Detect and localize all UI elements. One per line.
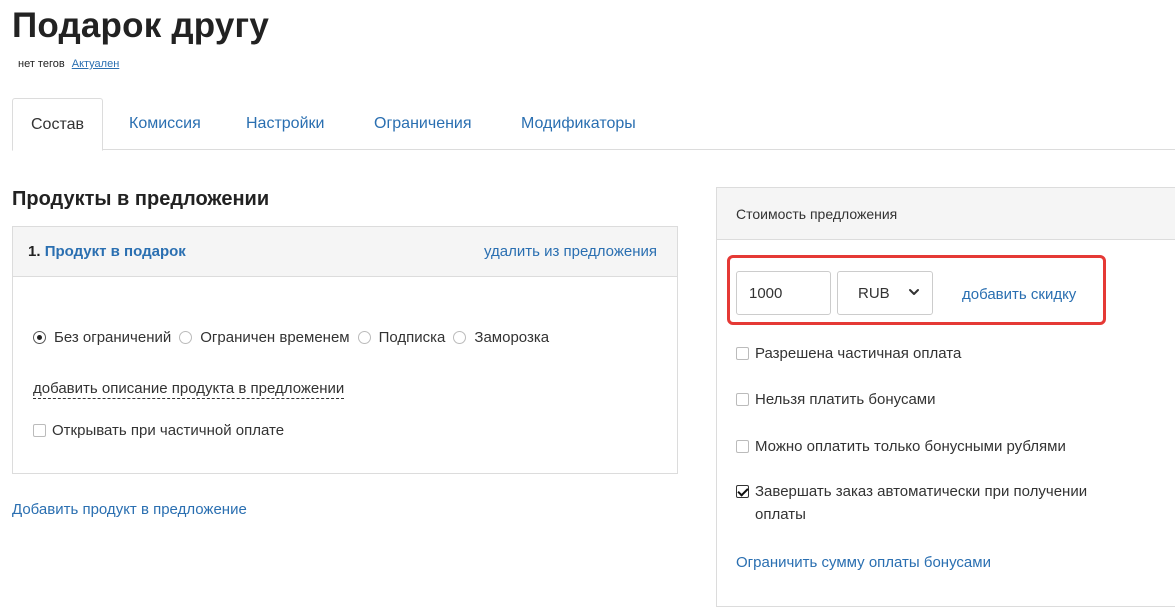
tab-composition[interactable]: Состав <box>12 98 103 151</box>
radio-time-limited[interactable]: Ограничен временем <box>179 329 350 346</box>
price-panel-header: Стоимость предложения <box>717 188 1175 240</box>
checkbox-checked-icon[interactable] <box>736 485 749 498</box>
checkbox-label: Разрешена частичная оплата <box>755 345 962 362</box>
no-bonus-payment-checkbox[interactable]: Нельзя платить бонусами <box>736 391 935 408</box>
bonus-only-payment-checkbox[interactable]: Можно оплатить только бонусными рублями <box>736 438 1066 455</box>
limit-bonus-amount-link[interactable]: Ограничить сумму оплаты бонусами <box>736 554 991 571</box>
checkbox-icon[interactable] <box>33 424 46 437</box>
radio-icon[interactable] <box>179 331 193 344</box>
tags-row: нет тегов Актуален <box>18 58 119 70</box>
product-card-header: 1. Продукт в подарок удалить из предложе… <box>13 227 677 277</box>
product-index: 1. <box>28 243 41 260</box>
tab-commission[interactable]: Комиссия <box>111 98 219 150</box>
tab-bar: Состав Комиссия Настройки Ограничения Мо… <box>12 98 1175 151</box>
radio-icon[interactable] <box>357 331 371 344</box>
checkbox-icon[interactable] <box>736 393 749 406</box>
chevron-down-icon <box>909 289 919 295</box>
radio-icon[interactable] <box>453 331 467 344</box>
radio-checked-icon[interactable] <box>33 331 46 344</box>
partial-payment-checkbox[interactable]: Разрешена частичная оплата <box>736 345 961 362</box>
radio-label: Подписка <box>378 329 446 346</box>
tab-modifiers[interactable]: Модификаторы <box>503 98 654 150</box>
status-link[interactable]: Актуален <box>72 58 120 70</box>
radio-label: Без ограничений <box>54 329 172 346</box>
tab-restrictions[interactable]: Ограничения <box>356 98 490 150</box>
product-name-link[interactable]: Продукт в подарок <box>45 243 186 260</box>
checkbox-label: Можно оплатить только бонусными рублями <box>755 438 1066 455</box>
page-title: Подарок другу <box>12 6 269 45</box>
add-description-link[interactable]: добавить описание продукта в предложении <box>33 380 345 399</box>
checkbox-icon[interactable] <box>736 440 749 453</box>
add-product-link[interactable]: Добавить продукт в предложение <box>12 501 247 518</box>
radio-subscription[interactable]: Подписка <box>357 329 446 346</box>
product-card: 1. Продукт в подарок удалить из предложе… <box>12 226 678 474</box>
checkbox-label: Открывать при частичной оплате <box>52 422 285 439</box>
tags-label: нет тегов <box>18 58 65 70</box>
radio-freeze[interactable]: Заморозка <box>453 329 549 346</box>
access-type-radio-group: Без ограничений Ограничен временем Подпи… <box>33 329 557 346</box>
auto-complete-order-checkbox[interactable]: Завершать заказ автоматически при получе… <box>736 483 1135 526</box>
open-on-partial-payment-checkbox[interactable]: Открывать при частичной оплате <box>33 422 284 439</box>
price-amount-input[interactable] <box>736 271 831 315</box>
radio-no-limits[interactable]: Без ограничений <box>33 329 171 346</box>
checkbox-label: Завершать заказ автоматически при получе… <box>755 483 1088 523</box>
products-section-title: Продукты в предложении <box>12 188 270 210</box>
currency-value: RUB <box>858 284 890 302</box>
remove-from-offer-link[interactable]: удалить из предложения <box>484 243 657 260</box>
radio-label: Ограничен временем <box>200 329 350 346</box>
tab-settings[interactable]: Настройки <box>228 98 342 150</box>
checkbox-icon[interactable] <box>736 347 749 360</box>
checkbox-label: Нельзя платить бонусами <box>755 391 936 408</box>
currency-select[interactable]: RUB <box>837 271 933 315</box>
product-number: 1. Продукт в подарок <box>28 243 186 260</box>
radio-label: Заморозка <box>474 329 550 346</box>
price-panel: Стоимость предложения RUB добавить скидк… <box>716 187 1175 607</box>
add-discount-link[interactable]: добавить скидку <box>962 286 1076 303</box>
